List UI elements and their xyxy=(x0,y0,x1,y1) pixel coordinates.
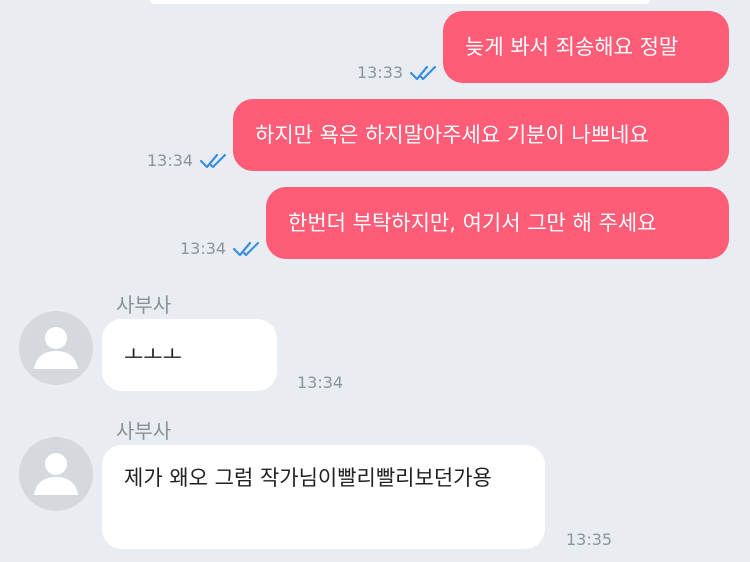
sender-name: 사부사 xyxy=(116,419,172,443)
avatar-icon xyxy=(34,453,78,495)
message-text: 제가 왜오 그럼 작가님이빨리빨리보던가용 xyxy=(124,466,492,490)
previous-message-edge xyxy=(150,0,650,4)
message-text: ㅗㅗㅗ xyxy=(124,342,182,367)
message-text: 늦게 봐서 죄송해요 정말 xyxy=(465,35,679,59)
message-meta: 13:34 xyxy=(180,239,264,258)
avatar[interactable] xyxy=(19,311,93,385)
message-meta: 13:33 xyxy=(357,63,441,82)
message-text: 한번더 부탁하지만, 여기서 그만 해 주세요 xyxy=(288,211,657,235)
message-time: 13:34 xyxy=(147,151,194,170)
avatar[interactable] xyxy=(19,437,93,511)
double-check-icon xyxy=(233,241,260,256)
message-time: 13:34 xyxy=(297,373,344,392)
message-time: 13:33 xyxy=(357,63,404,82)
incoming-message[interactable]: 제가 왜오 그럼 작가님이빨리빨리보던가용 xyxy=(102,445,545,549)
message-time: 13:34 xyxy=(180,239,227,258)
incoming-message[interactable]: ㅗㅗㅗ xyxy=(102,319,277,391)
message-meta: 13:34 xyxy=(147,151,231,170)
message-time: 13:35 xyxy=(566,530,613,549)
outgoing-message[interactable]: 늦게 봐서 죄송해요 정말 xyxy=(443,11,729,83)
outgoing-message[interactable]: 한번더 부탁하지만, 여기서 그만 해 주세요 xyxy=(266,187,729,259)
double-check-icon xyxy=(410,65,437,80)
outgoing-message[interactable]: 하지만 욕은 하지말아주세요 기분이 나쁘네요 xyxy=(233,99,729,171)
sender-name: 사부사 xyxy=(116,293,172,317)
double-check-icon xyxy=(200,153,227,168)
message-text: 하지만 욕은 하지말아주세요 기분이 나쁘네요 xyxy=(255,123,649,147)
avatar-icon xyxy=(34,327,78,369)
